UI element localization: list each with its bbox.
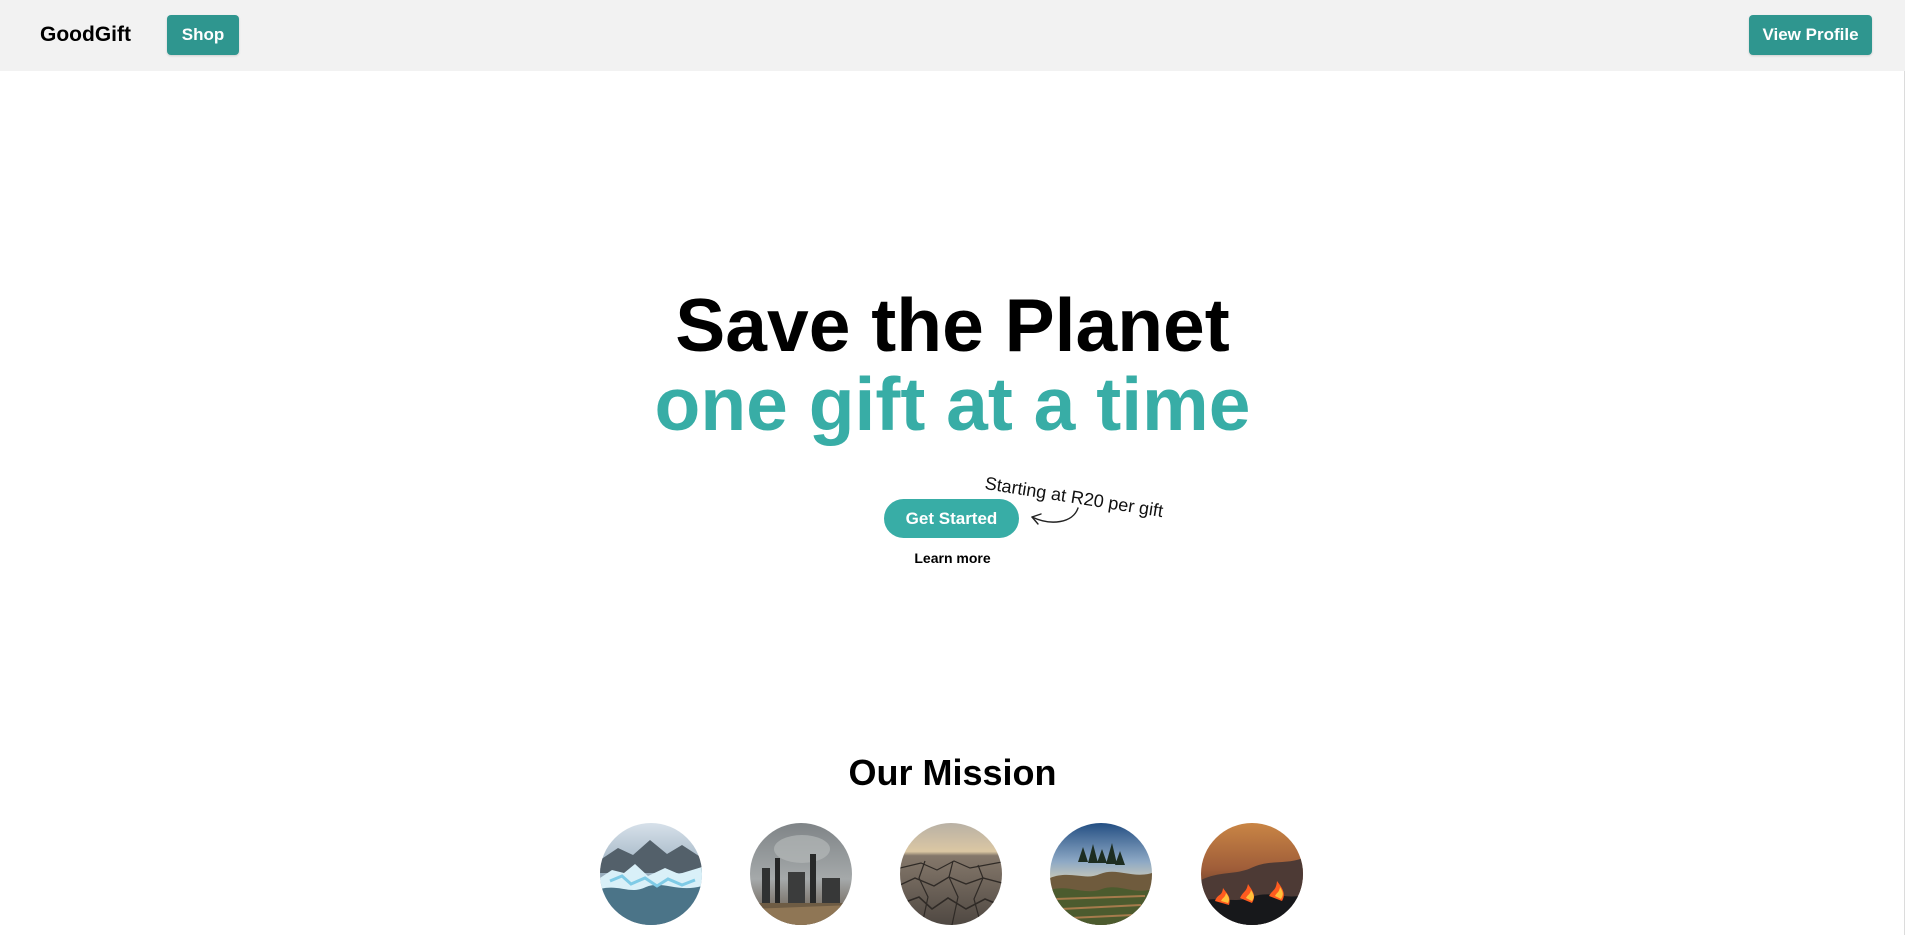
view-profile-button[interactable]: View Profile [1749, 15, 1872, 55]
wildfire-image [1201, 823, 1303, 925]
mission-heading: Our Mission [848, 752, 1057, 793]
learn-more-link[interactable]: Learn more [0, 550, 1905, 566]
cracked-drought-earth-image [900, 823, 1002, 925]
hero-subtitle: one gift at a time [654, 362, 1251, 446]
curved-arrow-icon [1031, 507, 1079, 525]
hero-title: Save the Planet [675, 283, 1230, 367]
brand-logo[interactable]: GoodGift [40, 22, 131, 48]
get-started-button[interactable]: Get Started [884, 499, 1019, 538]
melting-glacier-image [600, 823, 702, 925]
deforestation-image [1050, 823, 1152, 925]
industrial-pollution-image [750, 823, 852, 925]
shop-button[interactable]: Shop [167, 15, 239, 55]
top-navbar: GoodGift Shop View Profile [0, 0, 1905, 71]
